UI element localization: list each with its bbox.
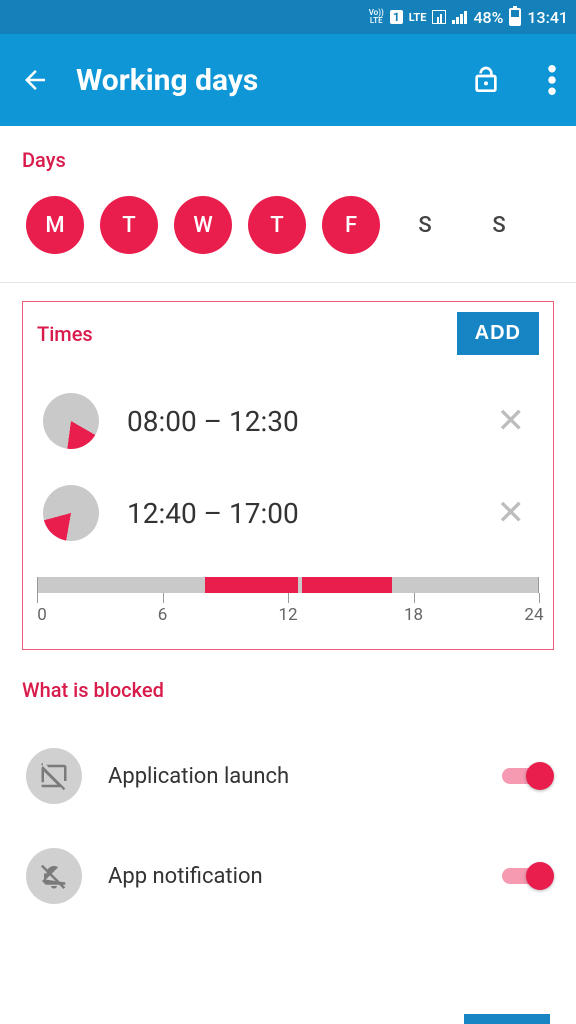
more-vert-icon[interactable] bbox=[548, 65, 556, 95]
page-title: Working days bbox=[76, 63, 444, 98]
divider bbox=[0, 282, 576, 283]
add-time-button[interactable]: ADD bbox=[457, 312, 539, 355]
remove-time-icon[interactable]: ✕ bbox=[489, 492, 534, 534]
day-toggle-6[interactable]: S bbox=[470, 196, 528, 254]
partial-button[interactable] bbox=[464, 1014, 550, 1024]
blocked-section-title: What is blocked bbox=[22, 678, 554, 702]
day-toggle-4[interactable]: F bbox=[322, 196, 380, 254]
clock: 13:41 bbox=[527, 8, 568, 27]
bell-off-icon bbox=[26, 848, 82, 904]
timeline-tick-label: 12 bbox=[278, 605, 297, 625]
days-section-title: Days bbox=[22, 148, 554, 172]
blocked-toggle[interactable] bbox=[502, 762, 550, 790]
time-range-row[interactable]: 12:40 – 17:00 ✕ bbox=[37, 467, 539, 559]
battery-icon bbox=[509, 8, 521, 26]
time-pie-icon bbox=[43, 485, 99, 541]
day-toggle-3[interactable]: T bbox=[248, 196, 306, 254]
blocked-label: Application launch bbox=[108, 764, 476, 789]
back-arrow-icon[interactable] bbox=[20, 65, 50, 95]
volte-indicator: Vo)) LTE bbox=[369, 9, 384, 25]
timeline-tick-label: 24 bbox=[524, 605, 543, 625]
blocked-label: App notification bbox=[108, 864, 476, 889]
timeline-tick-label: 18 bbox=[404, 605, 423, 625]
blocked-row: Application launch bbox=[22, 726, 554, 826]
days-row: MTWTFSS bbox=[22, 196, 554, 254]
timeline-tick-label: 0 bbox=[37, 605, 47, 625]
blocked-toggle[interactable] bbox=[502, 862, 550, 890]
times-box: Times ADD 08:00 – 12:30 ✕ 12:40 – 17:00 … bbox=[22, 301, 554, 650]
timeline-segment bbox=[205, 577, 299, 593]
laptop-off-icon bbox=[26, 748, 82, 804]
time-pie-icon bbox=[43, 393, 99, 449]
timeline: 06121824 bbox=[37, 577, 539, 627]
battery-percent: 48% bbox=[473, 8, 503, 27]
lock-open-icon[interactable] bbox=[470, 64, 502, 96]
time-range-row[interactable]: 08:00 – 12:30 ✕ bbox=[37, 375, 539, 467]
time-range-label: 12:40 – 17:00 bbox=[127, 497, 461, 530]
timeline-segment bbox=[302, 577, 392, 593]
day-toggle-1[interactable]: T bbox=[100, 196, 158, 254]
day-toggle-5[interactable]: S bbox=[396, 196, 454, 254]
lte-indicator: LTE bbox=[409, 11, 427, 24]
day-toggle-0[interactable]: M bbox=[26, 196, 84, 254]
times-section-title: Times bbox=[37, 322, 93, 346]
app-bar: Working days bbox=[0, 34, 576, 126]
status-bar: Vo)) LTE 1 LTE 48% 13:41 bbox=[0, 0, 576, 34]
timeline-tick-label: 6 bbox=[158, 605, 168, 625]
remove-time-icon[interactable]: ✕ bbox=[489, 400, 534, 442]
blocked-row: App notification bbox=[22, 826, 554, 926]
day-toggle-2[interactable]: W bbox=[174, 196, 232, 254]
time-range-label: 08:00 – 12:30 bbox=[127, 405, 461, 438]
sim-indicator: 1 bbox=[390, 10, 403, 24]
signal-icon bbox=[452, 10, 467, 24]
